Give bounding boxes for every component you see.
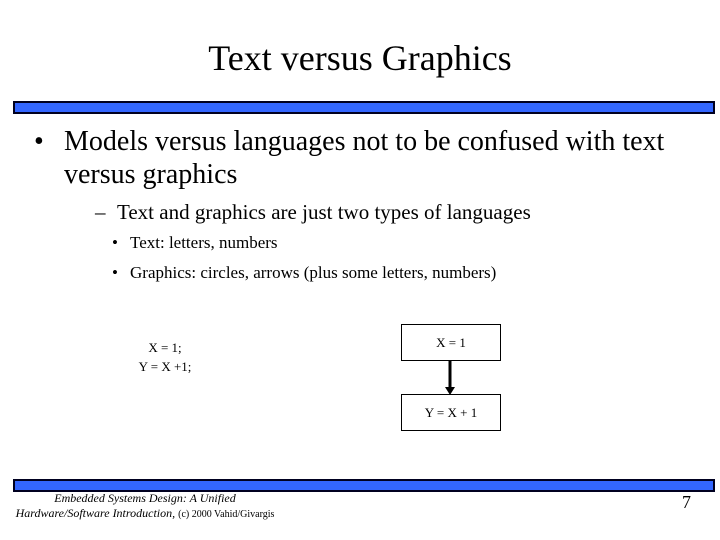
flow-box-y: Y = X + 1 [401, 394, 501, 431]
bullet-icon: • [34, 126, 44, 157]
footer-citation: Embedded Systems Design: A Unified Hardw… [0, 491, 290, 522]
footer-book-title: Hardware/Software Introduction, [15, 506, 176, 520]
bullet-icon: • [112, 263, 118, 282]
slide-title: Text versus Graphics [208, 38, 512, 78]
footer-copyright: (c) 2000 Vahid/Givargis [178, 509, 275, 520]
flow-box-label: Y = X + 1 [424, 404, 478, 420]
code-line: X = 1; [148, 340, 182, 355]
dash-icon: – [95, 200, 106, 224]
title-divider-bar [13, 101, 715, 114]
bullet-text: Text and graphics are just two types of … [117, 200, 531, 224]
flow-box-label: X = 1 [436, 334, 466, 350]
bullet-text: Text: letters, numbers [130, 233, 278, 252]
arrow-icon [445, 361, 455, 395]
page-number: 7 [682, 492, 691, 512]
flow-box-x: X = 1 [401, 324, 501, 361]
text-program: X = 1; Y = X +1; [120, 338, 210, 376]
code-line: Y = X +1; [138, 359, 192, 374]
footer-line2: Hardware/Software Introduction, (c) 2000… [0, 506, 290, 522]
bullet-text: Models versus languages not to be confus… [64, 126, 665, 190]
bullet-icon: • [112, 233, 118, 252]
footer-line1: Embedded Systems Design: A Unified [54, 491, 236, 505]
bullet-text: Graphics: circles, arrows (plus some let… [130, 263, 497, 282]
